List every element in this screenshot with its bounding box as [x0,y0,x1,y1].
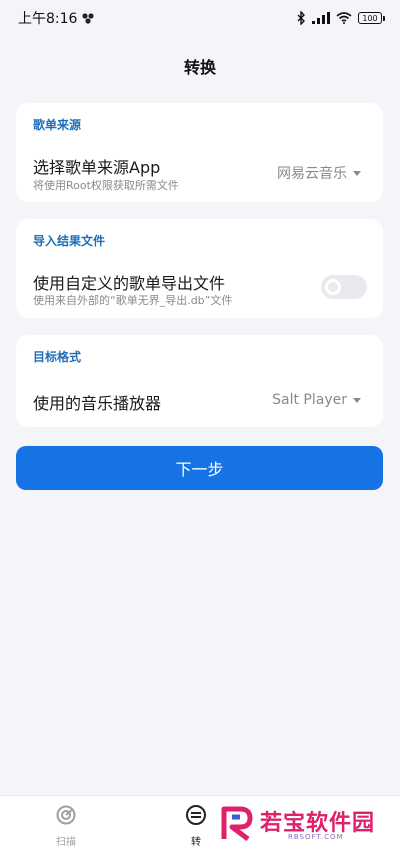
watermark-subtext: RBSOFT.COM [288,833,344,841]
custom-export-subtitle: 使用来自外部的“歌单无界_导出.db”文件 [33,294,233,307]
page-title: 转换 [183,58,216,77]
music-player-selected: Salt Player [272,392,347,408]
source-app-dropdown[interactable]: 网易云音乐 [277,163,361,183]
source-card: 歌单来源 选择歌单来源App 将使用Root权限获取所需文件 网易云音乐 [16,103,383,202]
signal-icon [312,12,330,24]
nav-label-convert: 转 [191,837,201,848]
status-left: 上午8:16 [18,8,95,28]
watermark-logo-icon [221,806,253,841]
bluetooth-icon [297,11,305,25]
nav-label-scan: 扫描 [56,837,76,848]
status-bar: 上午8:16 100 [0,0,400,36]
music-player-dropdown[interactable]: Salt Player [272,392,361,408]
toggle-knob [325,279,341,295]
scan-icon [56,805,76,825]
source-app-selected: 网易云音乐 [277,166,347,182]
source-app-title[interactable]: 选择歌单来源App [33,154,160,178]
chevron-down-icon [353,397,361,403]
watermark: 若宝软件园 RBSOFT.COM [218,803,388,845]
custom-export-toggle[interactable] [321,275,367,299]
wifi-icon [336,12,352,24]
next-button[interactable]: 下一步 [16,446,383,490]
source-card-header: 歌单来源 [33,118,82,132]
notification-dots-icon [82,13,95,24]
import-card: 导入结果文件 使用自定义的歌单导出文件 使用来自外部的“歌单无界_导出.db”文… [16,219,383,318]
status-right: 100 [296,11,385,25]
chevron-down-icon [353,170,361,176]
target-card: 目标格式 使用的音乐播放器 Salt Player [16,335,383,427]
battery-icon: 100 [358,12,385,24]
import-card-header: 导入结果文件 [33,234,106,248]
custom-export-title: 使用自定义的歌单导出文件 [33,274,226,293]
source-app-subtitle: 将使用Root权限获取所需文件 [33,179,179,192]
convert-icon [186,805,206,825]
nav-item-scan[interactable]: 扫描 [46,804,86,848]
target-card-header: 目标格式 [33,350,82,364]
status-time: 上午8:16 [18,11,78,27]
music-player-title[interactable]: 使用的音乐播放器 [33,390,161,414]
nav-item-convert[interactable]: 转 [176,804,216,848]
